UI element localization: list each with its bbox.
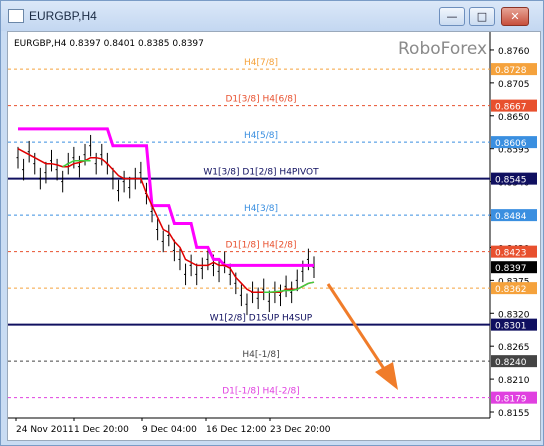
level-label: H4[-1/8] [242,350,279,360]
level-label: D1[-1/8] H4[-2/8] [222,387,300,397]
level-label: D1[1/8] H4[2/8] [225,241,296,251]
y-tick-label: 0.8650 [498,113,530,123]
forecast-arrow-head [375,362,398,390]
close-button[interactable]: ✕ [501,7,529,26]
x-tick-label: 16 Dec 12:00 [206,425,267,435]
price-chart[interactable]: 0.87600.87050.86500.85950.85400.84840.84… [8,32,540,440]
y-tick-label: 0.8705 [498,80,530,90]
watermark: RoboForex [398,39,487,59]
x-tick-label: 24 Nov 2011 [16,425,74,435]
maximize-button[interactable]: □ [469,7,495,26]
level-label: H4[3/8] [244,204,278,214]
title-bar[interactable]: EURGBP,H4 — □ ✕ [1,1,543,31]
level-label: D1[3/8] H4[6/8] [225,95,296,105]
level-price-label: 0.8179 [495,395,527,405]
y-tick-label: 0.8210 [498,376,530,386]
x-tick-label: 23 Dec 20:00 [270,425,331,435]
level-label: H4[7/8] [244,58,278,68]
level-label: W1[2/8] D1SUP H4SUP [210,314,313,324]
minimize-button[interactable]: — [439,7,465,26]
forecast-arrow-shaft [326,283,392,379]
x-tick-label: 9 Dec 04:00 [142,425,197,435]
level-price-label: 0.8240 [495,358,527,368]
chart-window-icon [8,9,24,23]
level-price-label: 0.8484 [495,212,527,222]
level-price-label: 0.8545 [495,176,527,186]
level-label: H4[5/8] [244,131,278,141]
level-price-label: 0.8728 [495,66,527,76]
y-tick-label: 0.8265 [498,343,530,353]
green-line [62,159,315,294]
chart-area[interactable]: 0.87600.87050.86500.85950.85400.84840.84… [7,31,541,441]
y-tick-label: 0.8155 [498,409,530,419]
level-label: W1[3/8] D1[2/8] H4PIVOT [203,168,319,178]
chart-header: EURGBP,H4 0.8397 0.8401 0.8385 0.8397 [14,39,204,49]
current-price-label: 0.8397 [495,264,527,274]
window-title: EURGBP,H4 [29,9,97,23]
level-price-label: 0.8423 [495,249,527,259]
level-price-label: 0.8301 [495,322,527,332]
chart-window: EURGBP,H4 — □ ✕ 0.8760 0.8705 0.8650 0.8595… [0,0,544,446]
level-price-label: 0.8606 [495,139,527,149]
level-price-label: 0.8667 [495,103,527,113]
x-tick-label: 1 Dec 20:00 [74,425,129,435]
level-price-label: 0.8362 [495,285,527,295]
y-tick-label: 0.8760 [498,47,530,57]
